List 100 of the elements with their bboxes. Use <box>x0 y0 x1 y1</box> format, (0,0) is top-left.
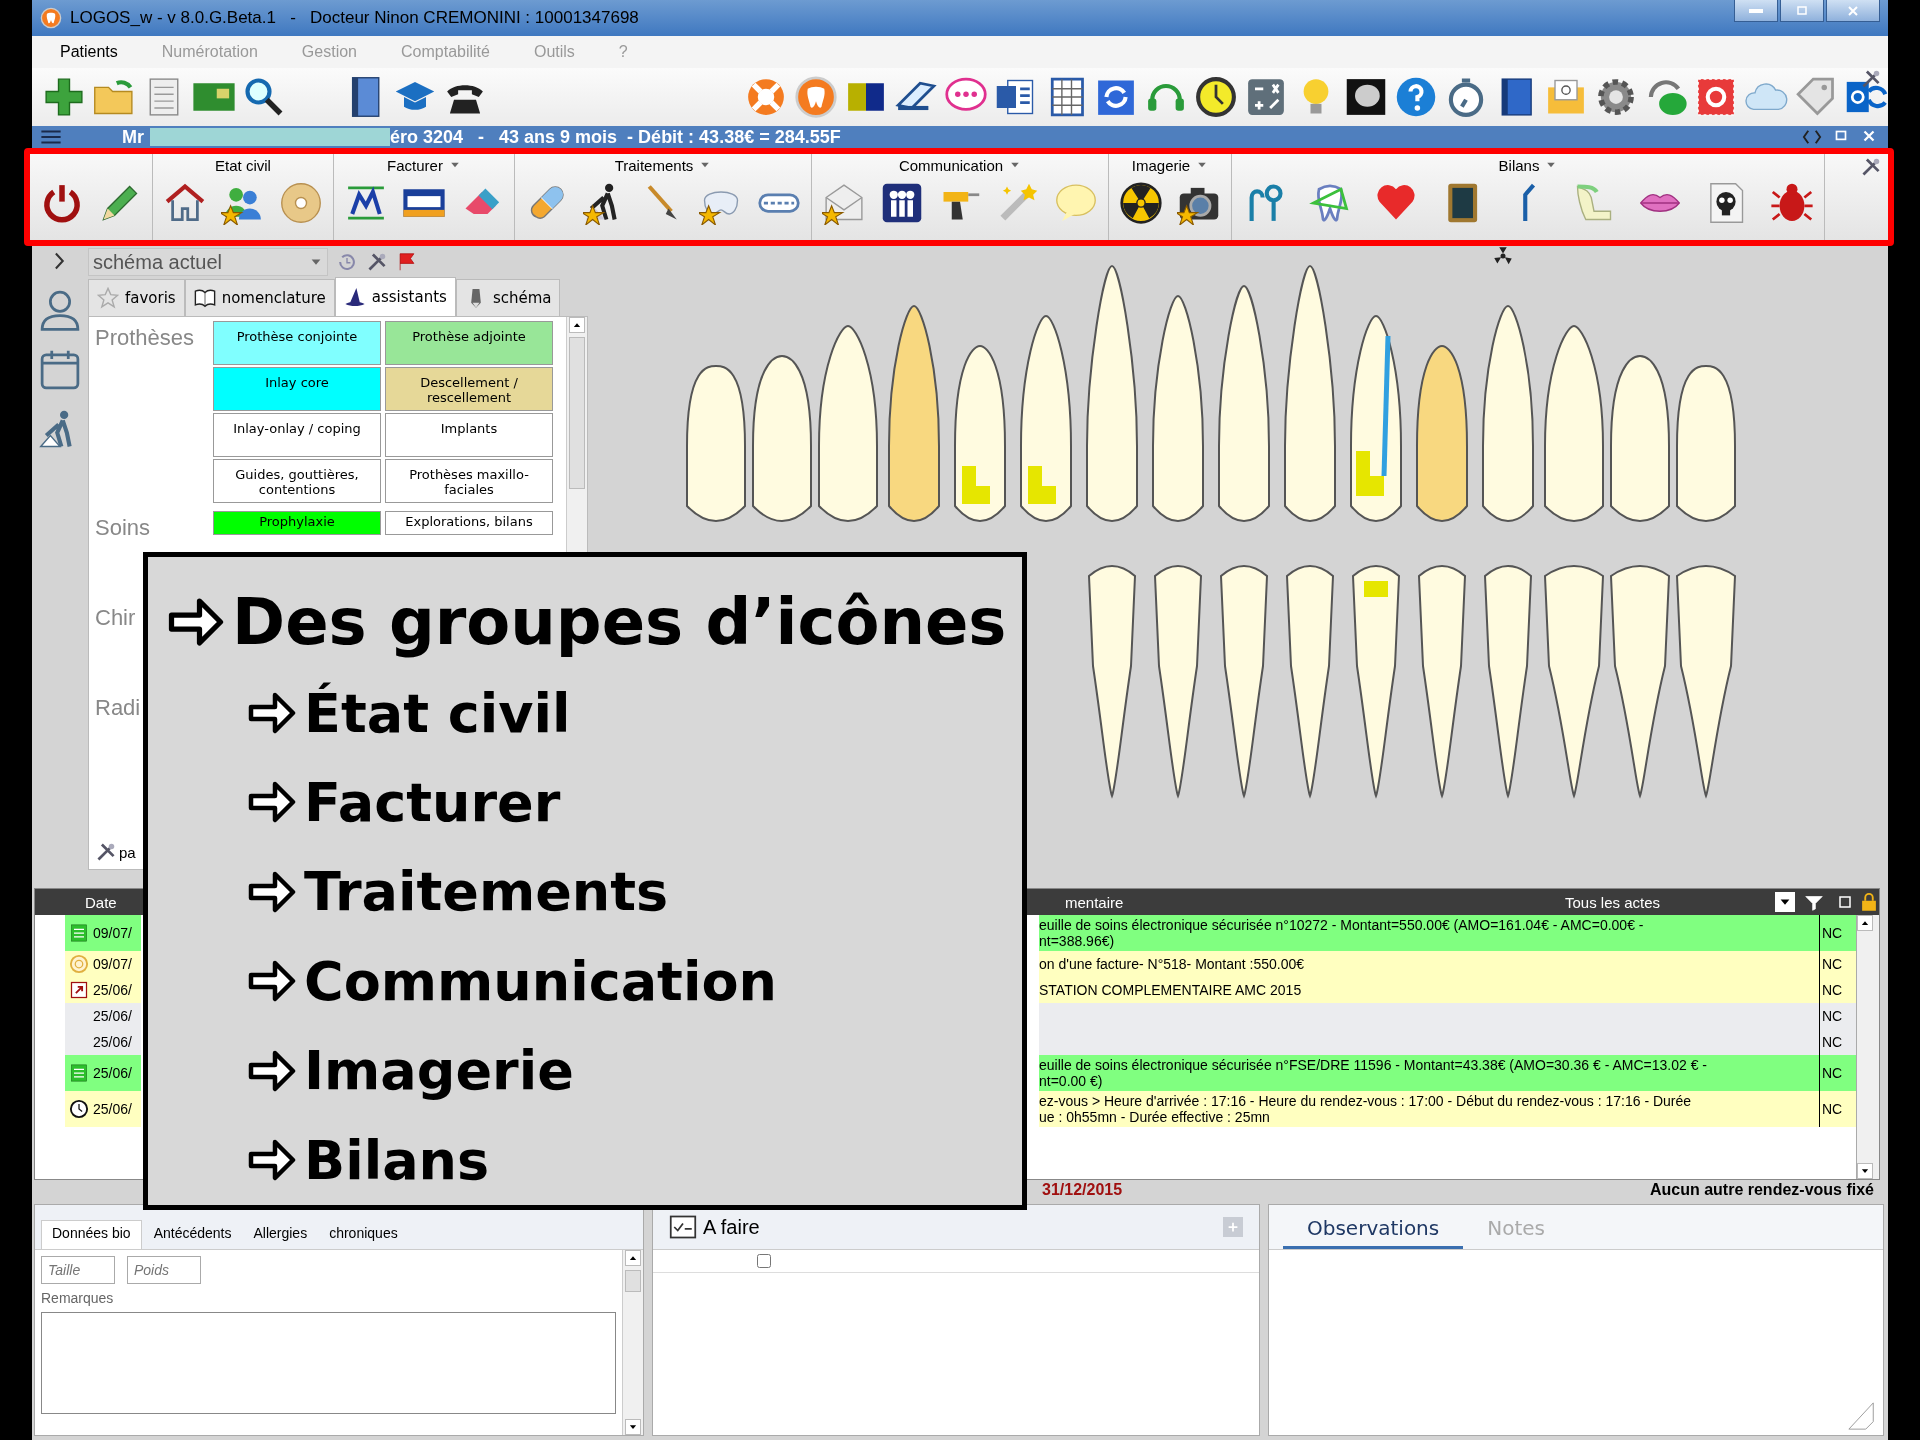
filter-dropdown[interactable]: Tous les actes <box>1565 893 1775 911</box>
upper-tooth[interactable] <box>1218 285 1270 522</box>
row-header-cell[interactable]: 25/06/ <box>65 1029 141 1055</box>
upper-tooth[interactable] <box>1020 315 1072 522</box>
tools-icon[interactable] <box>1860 156 1882 178</box>
input-field[interactable]: Taille <box>41 1256 115 1284</box>
tab[interactable]: Données bio <box>41 1220 142 1249</box>
upper-tooth[interactable] <box>1350 315 1402 522</box>
lower-tooth[interactable] <box>1676 565 1736 797</box>
lower-tooth[interactable] <box>1154 565 1202 797</box>
scroll-up-button[interactable] <box>569 317 585 333</box>
tab[interactable]: Allergies <box>243 1221 318 1249</box>
assistant-button[interactable]: Prothèse conjointe <box>213 321 381 365</box>
assistant-button[interactable]: Inlay-onlay / coping <box>213 413 381 457</box>
lower-tooth[interactable] <box>1286 565 1334 797</box>
minimize-button[interactable] <box>1734 0 1778 22</box>
assistant-button[interactable]: Prothèses maxillo-faciales <box>385 459 553 503</box>
upper-tooth[interactable] <box>1086 265 1138 522</box>
lower-tooth[interactable] <box>1418 565 1466 797</box>
assistant-button[interactable]: Descellement / rescellement <box>385 367 553 411</box>
panel-footer-link[interactable]: pa <box>119 843 136 861</box>
input-field[interactable]: Poids <box>127 1256 201 1284</box>
disc-icon[interactable] <box>279 181 323 225</box>
upper-tooth[interactable] <box>686 365 746 522</box>
callout-item: Communication <box>304 949 777 1013</box>
tab[interactable]: Antécédents <box>143 1221 242 1249</box>
scroll-down-button[interactable] <box>625 1419 641 1435</box>
tooth-icon[interactable] <box>794 75 838 119</box>
group-label[interactable]: Traitements <box>614 156 694 174</box>
status-cell: NC <box>1819 1029 1856 1055</box>
dropdown-button[interactable] <box>1775 892 1795 912</box>
panel-tab[interactable]: favoris <box>88 279 185 316</box>
upper-tooth[interactable] <box>752 355 812 522</box>
people-icon[interactable] <box>880 181 924 225</box>
row-header-cell[interactable]: 09/07/ <box>65 915 141 951</box>
lower-tooth[interactable] <box>1610 565 1670 797</box>
tab[interactable]: chroniques <box>319 1221 408 1249</box>
panel-tab[interactable]: nomenclature <box>184 279 335 316</box>
lower-tooth[interactable] <box>1544 565 1604 797</box>
scrollbar-thumb[interactable] <box>625 1270 641 1292</box>
checklist-icon[interactable] <box>669 1213 697 1241</box>
panel-tab[interactable]: schéma <box>455 279 561 316</box>
add-icon[interactable] <box>42 75 86 119</box>
assistant-button[interactable]: Guides, gouttières, contentions <box>213 459 381 503</box>
group-label[interactable]: Communication <box>898 156 1004 174</box>
upper-tooth[interactable] <box>954 345 1006 522</box>
column-header: Date <box>85 893 118 911</box>
assistant-button[interactable]: Inlay core <box>213 367 381 411</box>
upper-tooth[interactable] <box>1610 355 1670 522</box>
assistant-button[interactable]: Implants <box>385 413 553 457</box>
group-label[interactable]: Etat civil <box>215 156 271 174</box>
upper-tooth[interactable] <box>818 325 878 522</box>
calendar-icon[interactable] <box>38 348 82 392</box>
upper-tooth[interactable] <box>1152 295 1204 522</box>
navigation-arrows-icon[interactable] <box>1802 127 1822 147</box>
schema-dropdown[interactable]: schéma actuel <box>88 248 328 276</box>
maximize-button[interactable] <box>1780 0 1824 22</box>
upper-tooth[interactable] <box>1482 305 1534 522</box>
panel-tab[interactable]: assistants <box>334 277 456 316</box>
clock-icon <box>69 1099 89 1119</box>
scrollbar-thumb[interactable] <box>569 337 585 489</box>
row-header-cell[interactable]: 25/06/ <box>65 1055 141 1091</box>
person-icon[interactable] <box>38 288 82 332</box>
menu-item[interactable]: Patients <box>60 43 118 61</box>
upper-tooth[interactable] <box>1416 345 1468 522</box>
scroll-up-button[interactable] <box>1857 915 1873 931</box>
assistant-button[interactable]: Prothèse adjointe <box>385 321 553 365</box>
row-header-cell[interactable]: 25/06/ <box>65 977 141 1003</box>
lower-tooth[interactable] <box>1088 565 1136 797</box>
lock-icon[interactable] <box>1859 892 1879 912</box>
upper-tooth[interactable] <box>1284 265 1336 522</box>
checkbox[interactable] <box>757 1254 771 1268</box>
group-label[interactable]: Facturer <box>387 156 443 174</box>
lower-tooth[interactable] <box>1484 565 1532 797</box>
group-label[interactable]: Imagerie <box>1131 156 1191 174</box>
maximize-icon[interactable] <box>1837 894 1853 910</box>
clock-icon[interactable] <box>1194 75 1238 119</box>
tab[interactable]: Observations <box>1283 1210 1464 1249</box>
remarks-field[interactable] <box>41 1312 616 1414</box>
group-label[interactable]: Bilans <box>1498 156 1540 174</box>
close-button[interactable] <box>1826 0 1880 22</box>
help-icon[interactable] <box>1394 75 1438 119</box>
scroll-down-button[interactable] <box>1857 1163 1873 1179</box>
row-header-cell[interactable]: 25/06/ <box>65 1091 141 1127</box>
assistant-button[interactable]: Explorations, bilans <box>385 511 553 535</box>
tools-icon[interactable] <box>1860 68 1882 90</box>
lower-tooth[interactable] <box>1220 565 1268 797</box>
assistant-button[interactable]: Prophylaxie <box>213 511 381 535</box>
tools-icon[interactable] <box>366 251 388 273</box>
row-header-cell[interactable]: 09/07/ <box>65 951 141 977</box>
radiation-icon[interactable] <box>1493 246 1513 266</box>
upper-tooth[interactable] <box>1544 325 1604 522</box>
upper-tooth[interactable] <box>888 305 940 522</box>
radiation-icon[interactable] <box>1119 181 1163 225</box>
callout-item: Traitements <box>304 860 669 924</box>
scroll-up-button[interactable] <box>625 1250 641 1266</box>
upper-tooth[interactable] <box>1676 365 1736 522</box>
tools-icon[interactable] <box>95 841 117 863</box>
lower-tooth[interactable] <box>1352 565 1400 797</box>
row-header-cell[interactable]: 25/06/ <box>65 1003 141 1029</box>
